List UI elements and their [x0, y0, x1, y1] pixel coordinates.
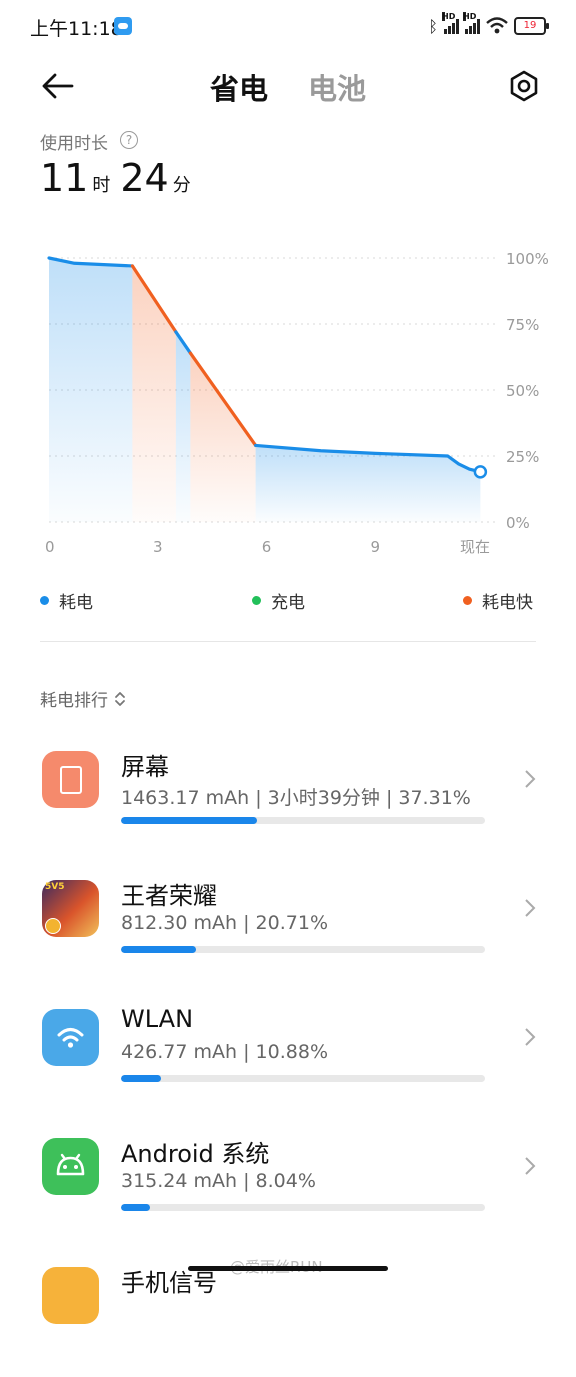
series-area	[190, 353, 256, 522]
legend-fast-drain-label: 耗电快	[482, 593, 533, 613]
usage-minutes-unit: 分	[172, 175, 191, 196]
x-tick-label: 3	[153, 538, 163, 556]
status-icons: ᛒ HD HD 19	[428, 12, 549, 38]
hd-label-2: HD	[463, 12, 477, 21]
item-detail: 426.77 mAh | 10.88%	[121, 1041, 328, 1063]
usage-bar-fill	[121, 1075, 161, 1082]
cloud-icon	[114, 17, 132, 35]
item-detail: 812.30 mAh | 20.71%	[121, 912, 328, 934]
ranking-label: 耗电排行	[40, 691, 108, 711]
y-tick-label: 100%	[506, 250, 549, 268]
x-tick-label: 现在	[460, 538, 490, 556]
help-icon[interactable]: ?	[120, 131, 138, 149]
ranking-item-wlan[interactable]: WLAN 426.77 mAh | 10.88%	[0, 1005, 576, 1119]
battery-icon: 19	[514, 17, 549, 35]
status-time: 上午11:18	[30, 18, 123, 40]
game-icon: 5V5	[42, 880, 99, 937]
usage-bar	[121, 1075, 485, 1082]
usage-bar	[121, 946, 485, 953]
legend-fast-drain-dot	[463, 596, 472, 605]
back-arrow-icon[interactable]	[40, 68, 76, 104]
legend-charge-dot	[252, 596, 261, 605]
tab-power-saving[interactable]: 省电	[210, 66, 268, 108]
current-point-marker	[473, 465, 488, 479]
x-tick-label: 6	[262, 538, 272, 556]
bluetooth-icon: ᛒ	[428, 16, 438, 36]
legend-drain-label: 耗电	[59, 593, 93, 613]
usage-bar-fill	[121, 1204, 151, 1211]
usage-hours: 11	[40, 156, 89, 200]
y-tick-label: 0%	[506, 514, 530, 532]
legend-drain: 耗电	[40, 588, 93, 613]
legend-charge: 充电	[252, 588, 305, 613]
item-name: WLAN	[121, 1005, 194, 1033]
ranking-item-game[interactable]: 5V5 王者荣耀 812.30 mAh | 20.71%	[0, 880, 576, 990]
screen-icon	[42, 751, 99, 808]
chevron-right-icon	[525, 1157, 536, 1175]
legend-charge-label: 充电	[271, 593, 305, 613]
legend-drain-dot	[40, 596, 49, 605]
legend-fast-drain: 耗电快	[463, 588, 533, 613]
y-tick-label: 25%	[506, 448, 539, 466]
signal-icon-2: HD	[463, 12, 480, 34]
usage-time: 11 时 24 分	[40, 156, 197, 200]
battery-chart: 100% 75% 50% 25% 0% 0 3 6 9 现在	[45, 250, 549, 556]
settings-icon[interactable]	[506, 68, 542, 104]
x-tick-label: 0	[45, 538, 55, 556]
item-name: Android 系统	[121, 1140, 270, 1168]
y-tick-label: 50%	[506, 382, 539, 400]
wifi-icon	[42, 1009, 99, 1066]
signal-icon: HD	[442, 12, 459, 34]
usage-hours-unit: 时	[92, 175, 111, 196]
divider	[40, 641, 536, 642]
ranking-item-android[interactable]: Android 系统 315.24 mAh | 8.04%	[0, 1138, 576, 1248]
ranking-item-cell-signal[interactable]: 手机信号	[0, 1267, 576, 1377]
hd-label: HD	[442, 12, 456, 21]
tab-battery[interactable]: 电池	[308, 66, 366, 108]
chevron-right-icon	[525, 770, 536, 788]
android-icon	[42, 1138, 99, 1195]
signal-icon	[42, 1267, 99, 1324]
sort-icon	[115, 691, 125, 706]
series-area	[175, 331, 191, 522]
item-name: 屏幕	[121, 753, 169, 781]
usage-minutes: 24	[120, 156, 169, 200]
chevron-right-icon	[525, 1028, 536, 1046]
item-detail: 1463.17 mAh | 3小时39分钟 | 37.31%	[121, 787, 471, 809]
item-name: 王者荣耀	[121, 882, 217, 910]
home-indicator[interactable]	[188, 1266, 388, 1271]
series-area	[132, 265, 176, 522]
y-tick-label: 75%	[506, 316, 539, 334]
usage-bar-fill	[121, 817, 257, 824]
ranking-sort-toggle[interactable]: 耗电排行	[40, 686, 126, 711]
usage-label: 使用时长	[40, 134, 108, 154]
usage-bar-fill	[121, 946, 197, 953]
x-tick-label: 9	[370, 538, 380, 556]
wifi-status-icon	[486, 17, 508, 34]
item-detail: 315.24 mAh | 8.04%	[121, 1170, 316, 1192]
series-area	[49, 258, 133, 522]
usage-bar	[121, 817, 485, 824]
usage-bar	[121, 1204, 485, 1211]
ranking-item-screen[interactable]: 屏幕 1463.17 mAh | 3小时39分钟 | 37.31%	[0, 751, 576, 861]
chevron-right-icon	[525, 899, 536, 917]
